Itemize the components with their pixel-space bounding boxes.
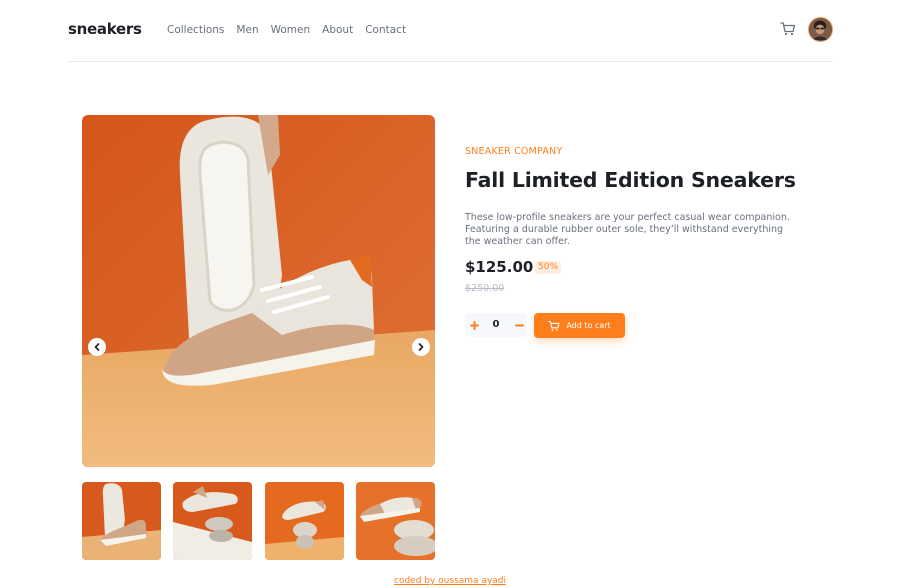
- product-title: Fall Limited Edition Sneakers: [465, 168, 796, 192]
- avatar[interactable]: [808, 17, 833, 42]
- footer: coded by oussama ayadi: [0, 576, 900, 586]
- company-name: SNEAKER COMPANY: [465, 146, 563, 157]
- add-to-cart-label: Add to cart: [566, 321, 611, 330]
- main-nav: Collections Men Women About Contact: [167, 24, 406, 36]
- quantity-value: 0: [492, 319, 500, 330]
- nav-item-contact[interactable]: Contact: [365, 24, 406, 36]
- thumbnail-3[interactable]: [265, 482, 344, 560]
- quantity-stepper: 0: [465, 313, 527, 337]
- decrease-quantity-button[interactable]: [512, 318, 526, 332]
- author-credit-link[interactable]: coded by oussama ayadi: [394, 576, 506, 586]
- current-price: $125.00: [465, 258, 534, 276]
- cart-icon[interactable]: [780, 21, 796, 37]
- thumbnail-2[interactable]: [173, 482, 252, 560]
- sneaker-photo: [82, 115, 435, 467]
- nav-item-about[interactable]: About: [322, 24, 353, 36]
- product-description: These low-profile sneakers are your perf…: [465, 212, 790, 247]
- thumbnail-4[interactable]: [356, 482, 435, 560]
- nav-item-collections[interactable]: Collections: [167, 24, 224, 36]
- discount-badge: 50%: [535, 261, 562, 274]
- add-to-cart-button[interactable]: Add to cart: [534, 313, 625, 338]
- site-header: sneakers Collections Men Women About Con…: [68, 0, 833, 62]
- increase-quantity-button[interactable]: [467, 318, 481, 332]
- minus-icon: [514, 324, 524, 326]
- chevron-right-icon: [418, 343, 424, 351]
- next-image-button[interactable]: [412, 338, 430, 356]
- logo[interactable]: sneakers: [68, 20, 142, 38]
- nav-item-men[interactable]: Men: [236, 24, 258, 36]
- chevron-left-icon: [94, 343, 100, 351]
- main-product-image[interactable]: [82, 115, 435, 467]
- previous-image-button[interactable]: [88, 338, 106, 356]
- thumbnail-1[interactable]: [82, 482, 161, 560]
- original-price: $250.00: [465, 283, 505, 294]
- plus-icon: [469, 320, 479, 330]
- cart-icon: [548, 320, 560, 331]
- nav-item-women[interactable]: Women: [271, 24, 311, 36]
- thumbnail-strip: [82, 482, 435, 560]
